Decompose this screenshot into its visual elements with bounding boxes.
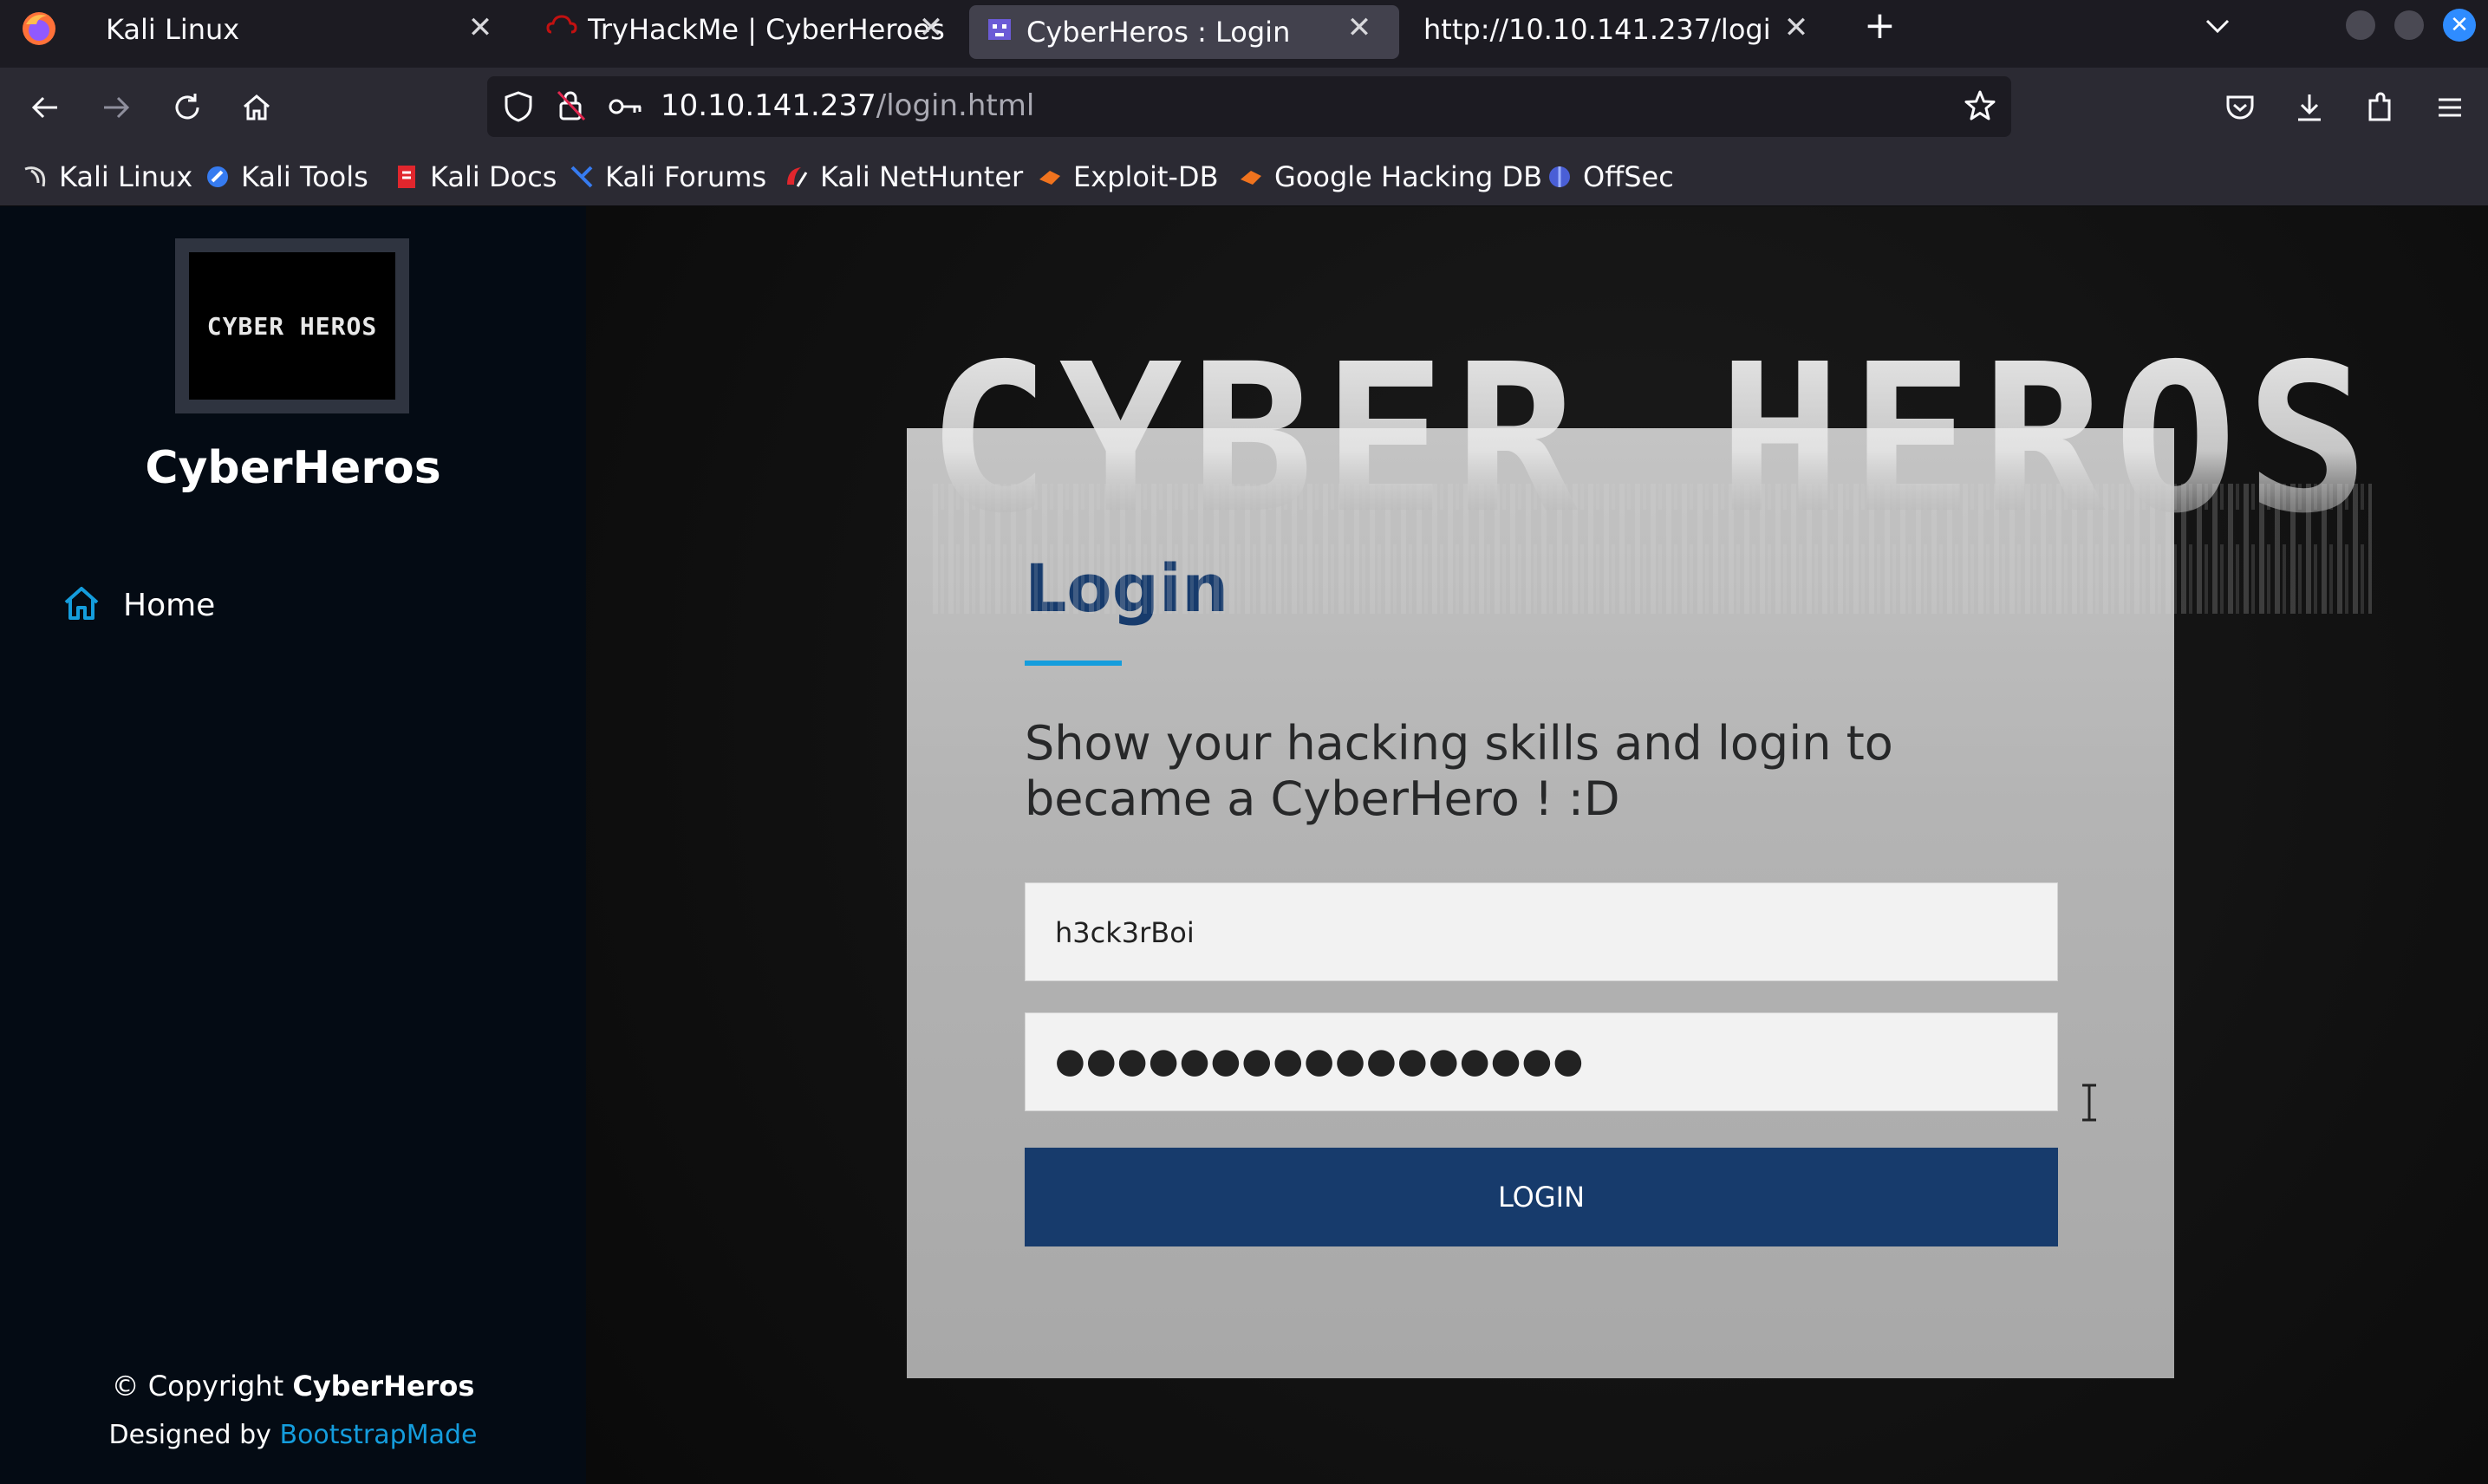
tab-tryhackme[interactable]: TryHackMe | CyberHeroes ✕ <box>529 0 954 59</box>
bookmarks-toolbar: Kali Linux Kali Tools Kali Docs Kali For… <box>0 147 2488 206</box>
bookmark-label: Kali Docs <box>430 160 557 193</box>
tab-login-url[interactable]: http://10.10.141.237/login.htm ✕ <box>1403 0 1827 59</box>
shield-icon[interactable] <box>503 90 534 127</box>
password-value: ●●●●●●●●●●●●●●●●● <box>1055 1041 1585 1081</box>
address-bar[interactable]: 10.10.141.237/login.html <box>487 76 2011 137</box>
bookmark-google-hacking-db[interactable]: Google Hacking DB <box>1238 158 1542 196</box>
bookmark-label: Kali Forums <box>605 160 767 193</box>
back-button[interactable] <box>21 83 69 132</box>
page-content: CYBER HEROS CyberHeros Home © Copyright … <box>0 206 2488 1484</box>
main-content: Login Show your hacking skills and login… <box>586 206 2488 1484</box>
home-button[interactable] <box>232 83 281 132</box>
text-cursor-icon <box>2079 1084 2100 1125</box>
bookmark-star-icon[interactable] <box>1963 88 1997 127</box>
cyber-heros-banner: CYBER HEROS <box>928 336 2378 614</box>
url-path: /login.html <box>876 88 1035 123</box>
pocket-icon[interactable] <box>2216 83 2264 132</box>
close-icon[interactable]: ✕ <box>461 10 499 45</box>
home-icon <box>61 583 102 628</box>
kali-forums-icon <box>569 164 595 190</box>
tryhackme-icon <box>546 13 577 46</box>
kali-tools-icon <box>205 164 231 190</box>
cyberheros-favicon-icon <box>985 14 1014 50</box>
kali-dragon-icon <box>23 164 49 190</box>
login-button[interactable]: LOGIN <box>1025 1148 2058 1246</box>
url-host: 10.10.141.237 <box>661 88 876 123</box>
credits-prefix: Designed by <box>108 1420 271 1450</box>
bookmark-label: Kali NetHunter <box>820 160 1024 193</box>
logo-text: CYBER HEROS <box>207 312 377 341</box>
credits: Designed by BootstrapMade <box>0 1420 586 1450</box>
bookmark-label: Google Hacking DB <box>1274 160 1543 193</box>
tab-kali-linux[interactable]: Kali Linux ✕ <box>87 0 520 59</box>
copyright: © Copyright CyberHeros <box>0 1370 586 1403</box>
close-icon[interactable]: ✕ <box>912 10 950 45</box>
banner-text: CYBER HEROS <box>928 336 2378 558</box>
list-all-tabs-icon[interactable] <box>2202 14 2233 42</box>
bookmark-label: Exploit-DB <box>1073 160 1219 193</box>
exploit-db-icon <box>1037 164 1063 190</box>
copyright-brand: CyberHeros <box>292 1370 475 1403</box>
ghdb-icon <box>1238 164 1264 190</box>
url-text[interactable]: 10.10.141.237/login.html <box>661 88 1034 123</box>
insecure-lock-icon[interactable] <box>555 88 588 127</box>
minimize-button[interactable] <box>2346 10 2375 40</box>
site-logo[interactable]: CYBER HEROS <box>175 238 409 413</box>
bookmark-kali-nethunter[interactable]: Kali NetHunter <box>784 158 1023 196</box>
nav-item-label: Home <box>123 587 216 623</box>
tab-cyberheros-login[interactable]: CyberHeros : Login ✕ <box>969 5 1399 59</box>
kali-docs-icon <box>394 164 420 190</box>
username-input[interactable]: h3ck3rBoi <box>1025 882 2058 981</box>
sidebar: CYBER HEROS CyberHeros Home © Copyright … <box>0 206 586 1484</box>
title-underline <box>1025 661 1122 666</box>
forward-button[interactable] <box>92 83 140 132</box>
permissions-key-icon[interactable] <box>609 94 643 123</box>
tab-title: http://10.10.141.237/login.htm <box>1423 13 1770 46</box>
extensions-icon[interactable] <box>2356 83 2405 132</box>
browser-tab-bar: Kali Linux ✕ TryHackMe | CyberHeroes ✕ C… <box>0 0 2488 68</box>
new-tab-button[interactable]: + <box>1864 3 1896 48</box>
tab-title: Kali Linux <box>106 13 240 46</box>
login-description: Show your hacking skills and login to be… <box>1025 716 1893 826</box>
logo-image: CYBER HEROS <box>189 252 395 400</box>
browser-navigation-bar: 10.10.141.237/login.html <box>0 68 2488 147</box>
bookmark-label: Kali Tools <box>241 160 368 193</box>
tab-title: TryHackMe | CyberHeroes <box>588 13 945 46</box>
firefox-icon[interactable] <box>19 9 59 49</box>
nethunter-icon <box>784 164 810 190</box>
downloads-icon[interactable] <box>2285 83 2334 132</box>
reload-button[interactable] <box>163 83 212 132</box>
bookmark-kali-tools[interactable]: Kali Tools <box>205 158 368 196</box>
close-window-button[interactable]: ✕ <box>2443 9 2476 42</box>
close-icon[interactable]: ✕ <box>1777 10 1815 45</box>
tab-title: CyberHeros : Login <box>1026 16 1291 49</box>
designer-link[interactable]: BootstrapMade <box>279 1420 477 1450</box>
copyright-prefix: © Copyright <box>111 1370 284 1403</box>
bookmark-exploit-db[interactable]: Exploit-DB <box>1037 158 1219 196</box>
bookmark-offsec[interactable]: OffSec <box>1547 158 1674 196</box>
maximize-button[interactable] <box>2394 10 2424 40</box>
bookmark-label: Kali Linux <box>59 160 193 193</box>
site-name[interactable]: CyberHeros <box>0 442 586 494</box>
bookmark-kali-linux[interactable]: Kali Linux <box>23 158 192 196</box>
nav-item-home[interactable]: Home <box>61 579 215 631</box>
password-input[interactable]: ●●●●●●●●●●●●●●●●● <box>1025 1012 2058 1111</box>
menu-icon[interactable] <box>2426 83 2474 132</box>
close-icon[interactable]: ✕ <box>1340 10 1378 45</box>
offsec-icon <box>1547 164 1573 190</box>
username-value: h3ck3rBoi <box>1055 916 1195 949</box>
bookmark-label: OffSec <box>1583 160 1674 193</box>
logo-lettering: CYBER HEROS <box>207 312 377 341</box>
bookmark-kali-docs[interactable]: Kali Docs <box>394 158 557 196</box>
bookmark-kali-forums[interactable]: Kali Forums <box>569 158 766 196</box>
